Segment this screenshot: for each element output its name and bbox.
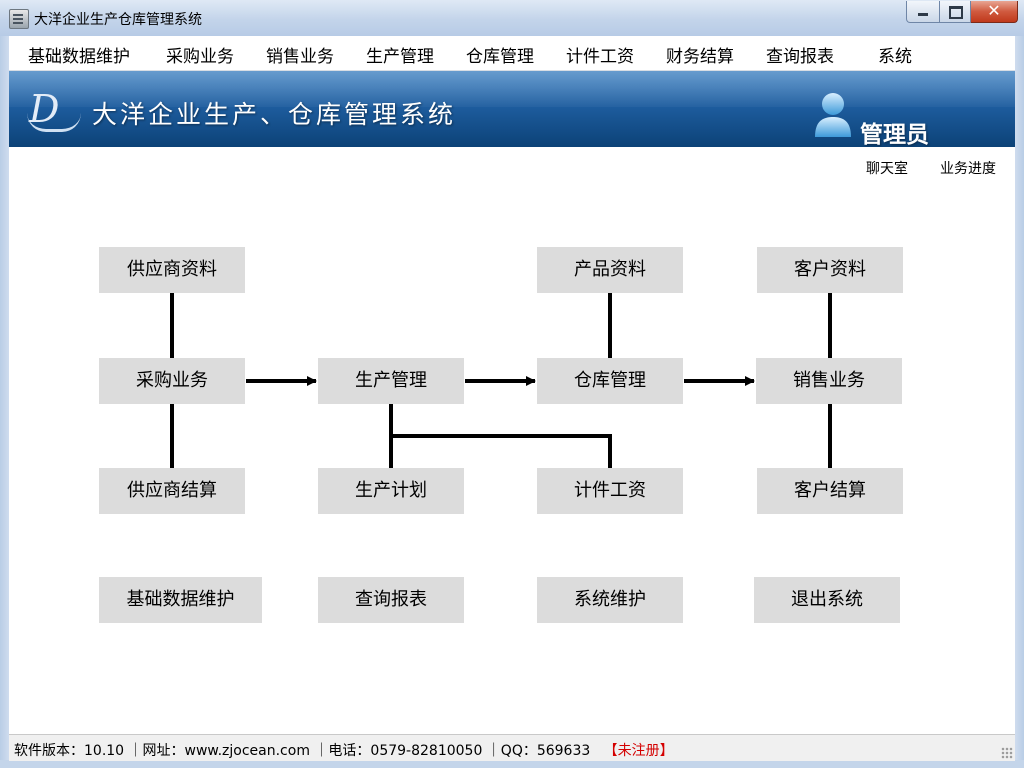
warehouse-management-button[interactable]: 仓库管理 xyxy=(537,358,683,404)
exit-system-button[interactable]: 退出系统 xyxy=(754,577,900,623)
product-info-button[interactable]: 产品资料 xyxy=(537,247,683,293)
sales-button[interactable]: 销售业务 xyxy=(756,358,902,404)
customer-settlement-button[interactable]: 客户结算 xyxy=(757,468,903,514)
status-details: 软件版本：10.10 ｜网址：www.zjocean.com ｜电话：0579-… xyxy=(14,743,591,759)
registration-status: 【未注册】 xyxy=(603,743,674,759)
purchasing-button[interactable]: 采购业务 xyxy=(99,358,245,404)
line-production-piece-wage xyxy=(391,434,612,468)
supplier-settlement-button[interactable]: 供应商结算 xyxy=(99,468,245,514)
production-management-button[interactable]: 生产管理 xyxy=(318,358,464,404)
supplier-info-button[interactable]: 供应商资料 xyxy=(99,247,245,293)
base-data-button[interactable]: 基础数据维护 xyxy=(99,577,262,623)
system-maintenance-button[interactable]: 系统维护 xyxy=(537,577,683,623)
status-bar: 软件版本：10.10 ｜网址：www.zjocean.com ｜电话：0579-… xyxy=(9,734,1015,761)
production-plan-button[interactable]: 生产计划 xyxy=(318,468,464,514)
customer-info-button[interactable]: 客户资料 xyxy=(757,247,903,293)
piece-wage-button[interactable]: 计件工资 xyxy=(537,468,683,514)
resize-grip-icon[interactable] xyxy=(1001,747,1013,759)
reports-button[interactable]: 查询报表 xyxy=(318,577,464,623)
status-info: 软件版本：10.10 ｜网址：www.zjocean.com ｜电话：0579-… xyxy=(14,740,674,760)
